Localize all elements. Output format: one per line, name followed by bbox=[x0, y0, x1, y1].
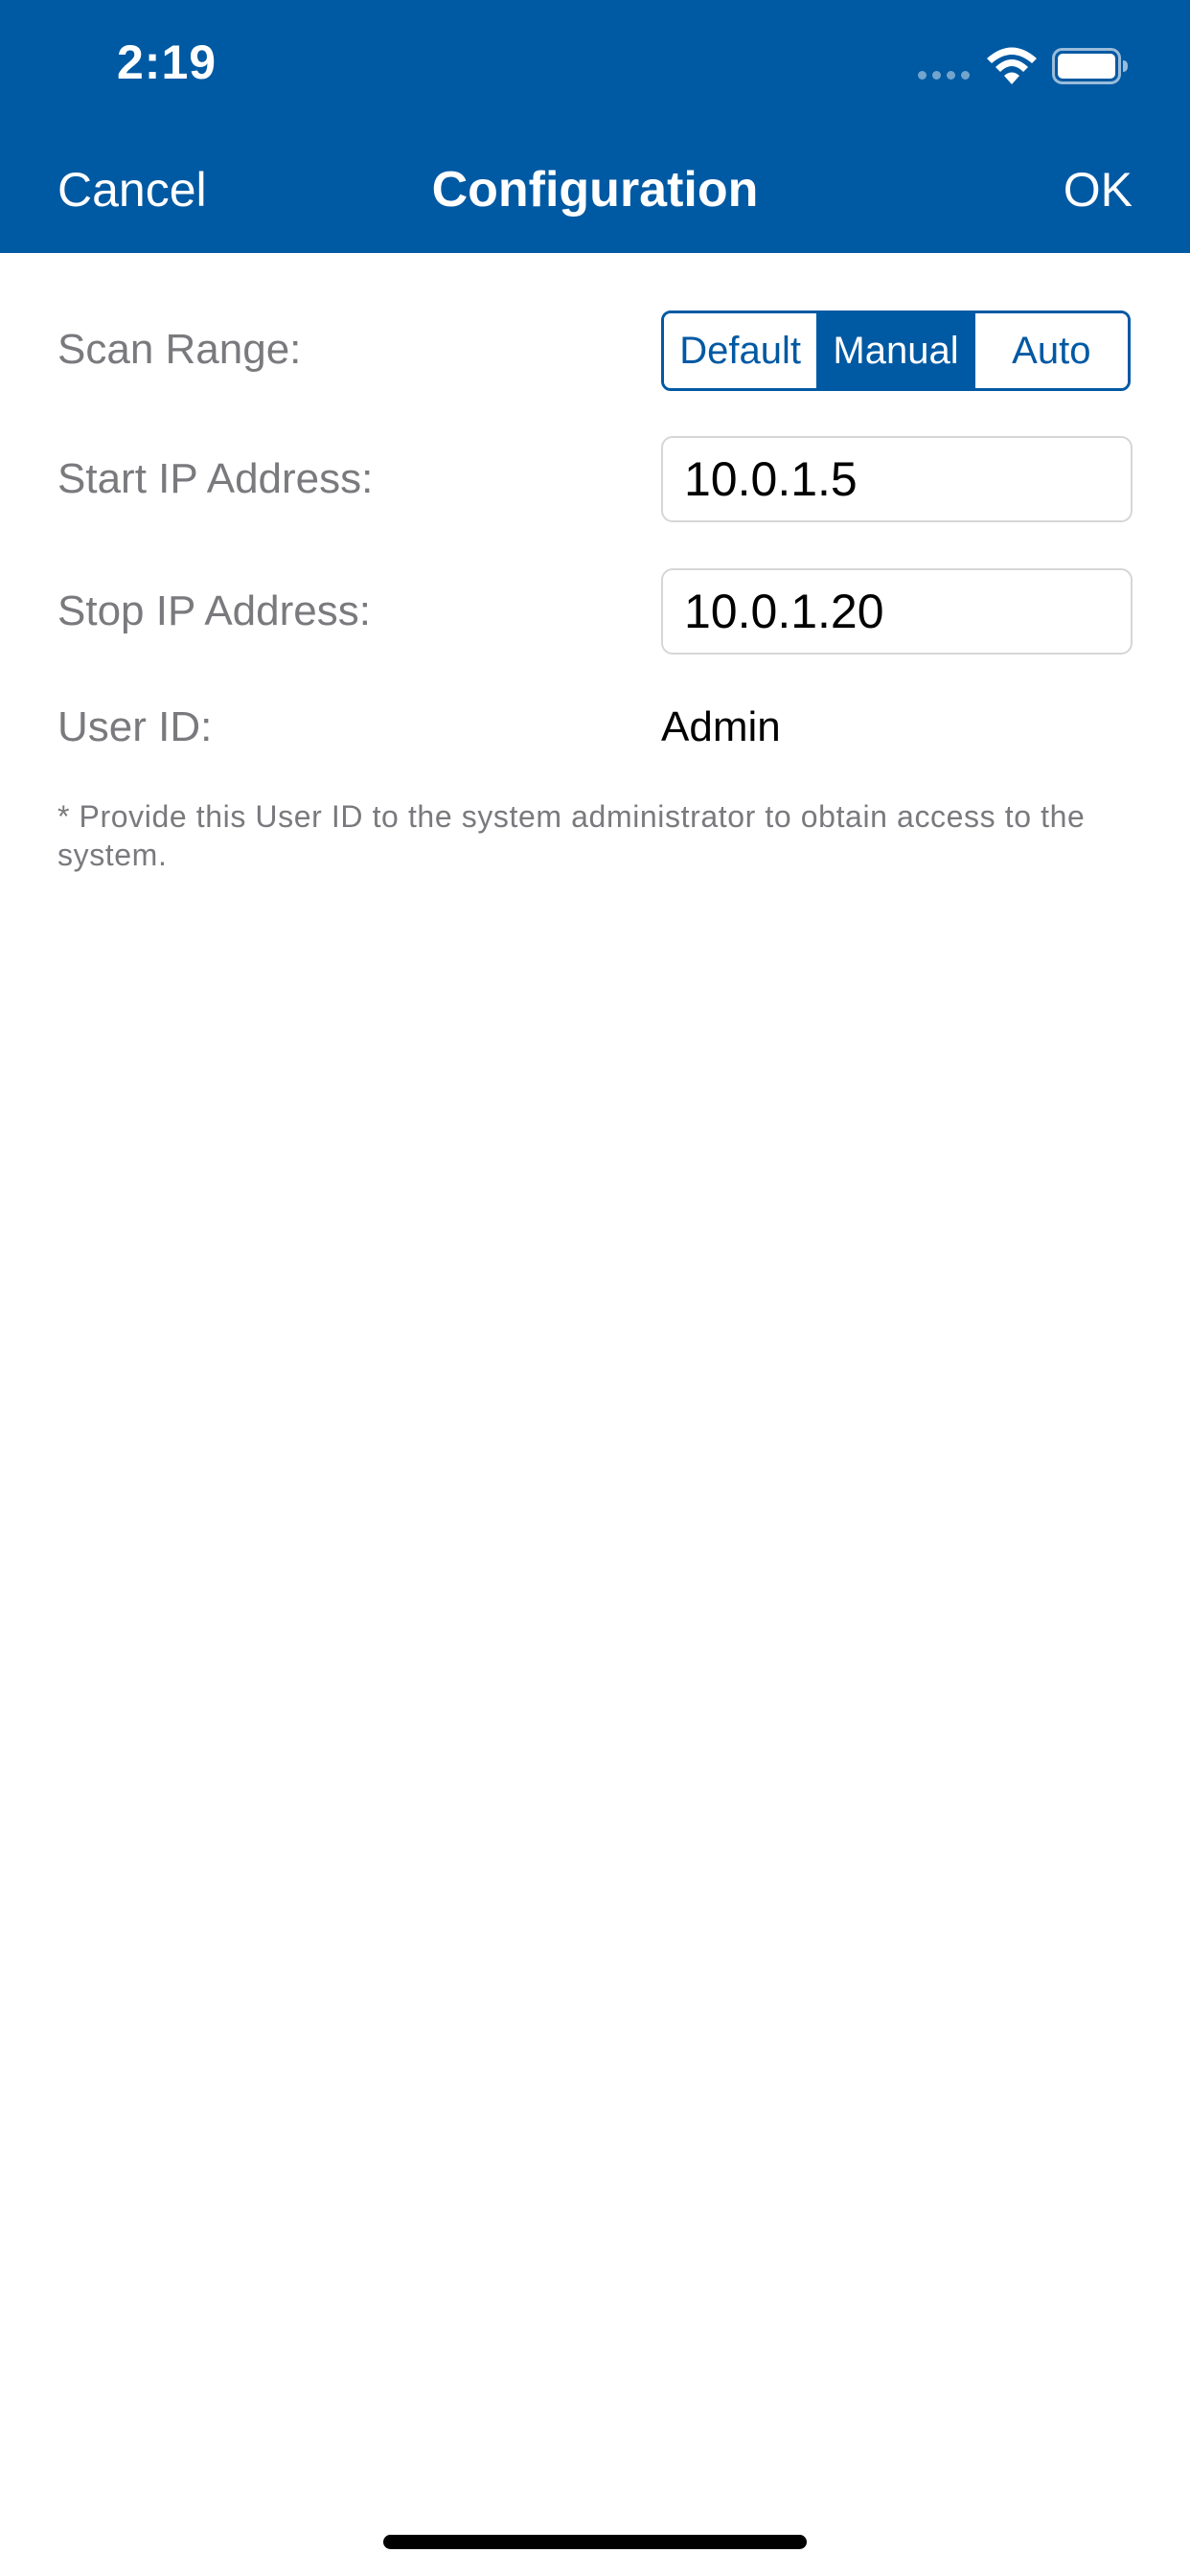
scan-range-manual-segment[interactable]: Manual bbox=[819, 313, 975, 388]
scan-range-auto-segment[interactable]: Auto bbox=[974, 313, 1128, 388]
user-id-label: User ID: bbox=[57, 703, 213, 750]
battery-icon bbox=[1052, 48, 1128, 84]
scan-range-default-segment[interactable]: Default bbox=[664, 313, 820, 388]
wifi-icon bbox=[987, 47, 1037, 84]
home-indicator[interactable] bbox=[383, 2535, 807, 2549]
cancel-button[interactable]: Cancel bbox=[57, 159, 207, 220]
scan-range-label: Scan Range: bbox=[57, 326, 302, 373]
start-ip-input[interactable] bbox=[661, 436, 1133, 522]
stop-ip-label: Stop IP Address: bbox=[57, 587, 371, 634]
user-id-footnote: * Provide this User ID to the system adm… bbox=[57, 799, 1086, 872]
start-ip-label: Start IP Address: bbox=[57, 455, 374, 502]
status-time: 2:19 bbox=[117, 35, 217, 89]
navigation-header: 2:19 Cancel Configuration OK bbox=[0, 0, 1190, 253]
stop-ip-input[interactable] bbox=[661, 568, 1133, 655]
user-id-value: Admin bbox=[661, 703, 781, 750]
scan-range-segmented-control: Default Manual Auto bbox=[661, 310, 1131, 391]
ok-button[interactable]: OK bbox=[1064, 159, 1133, 220]
cellular-signal-icon bbox=[918, 71, 975, 80]
